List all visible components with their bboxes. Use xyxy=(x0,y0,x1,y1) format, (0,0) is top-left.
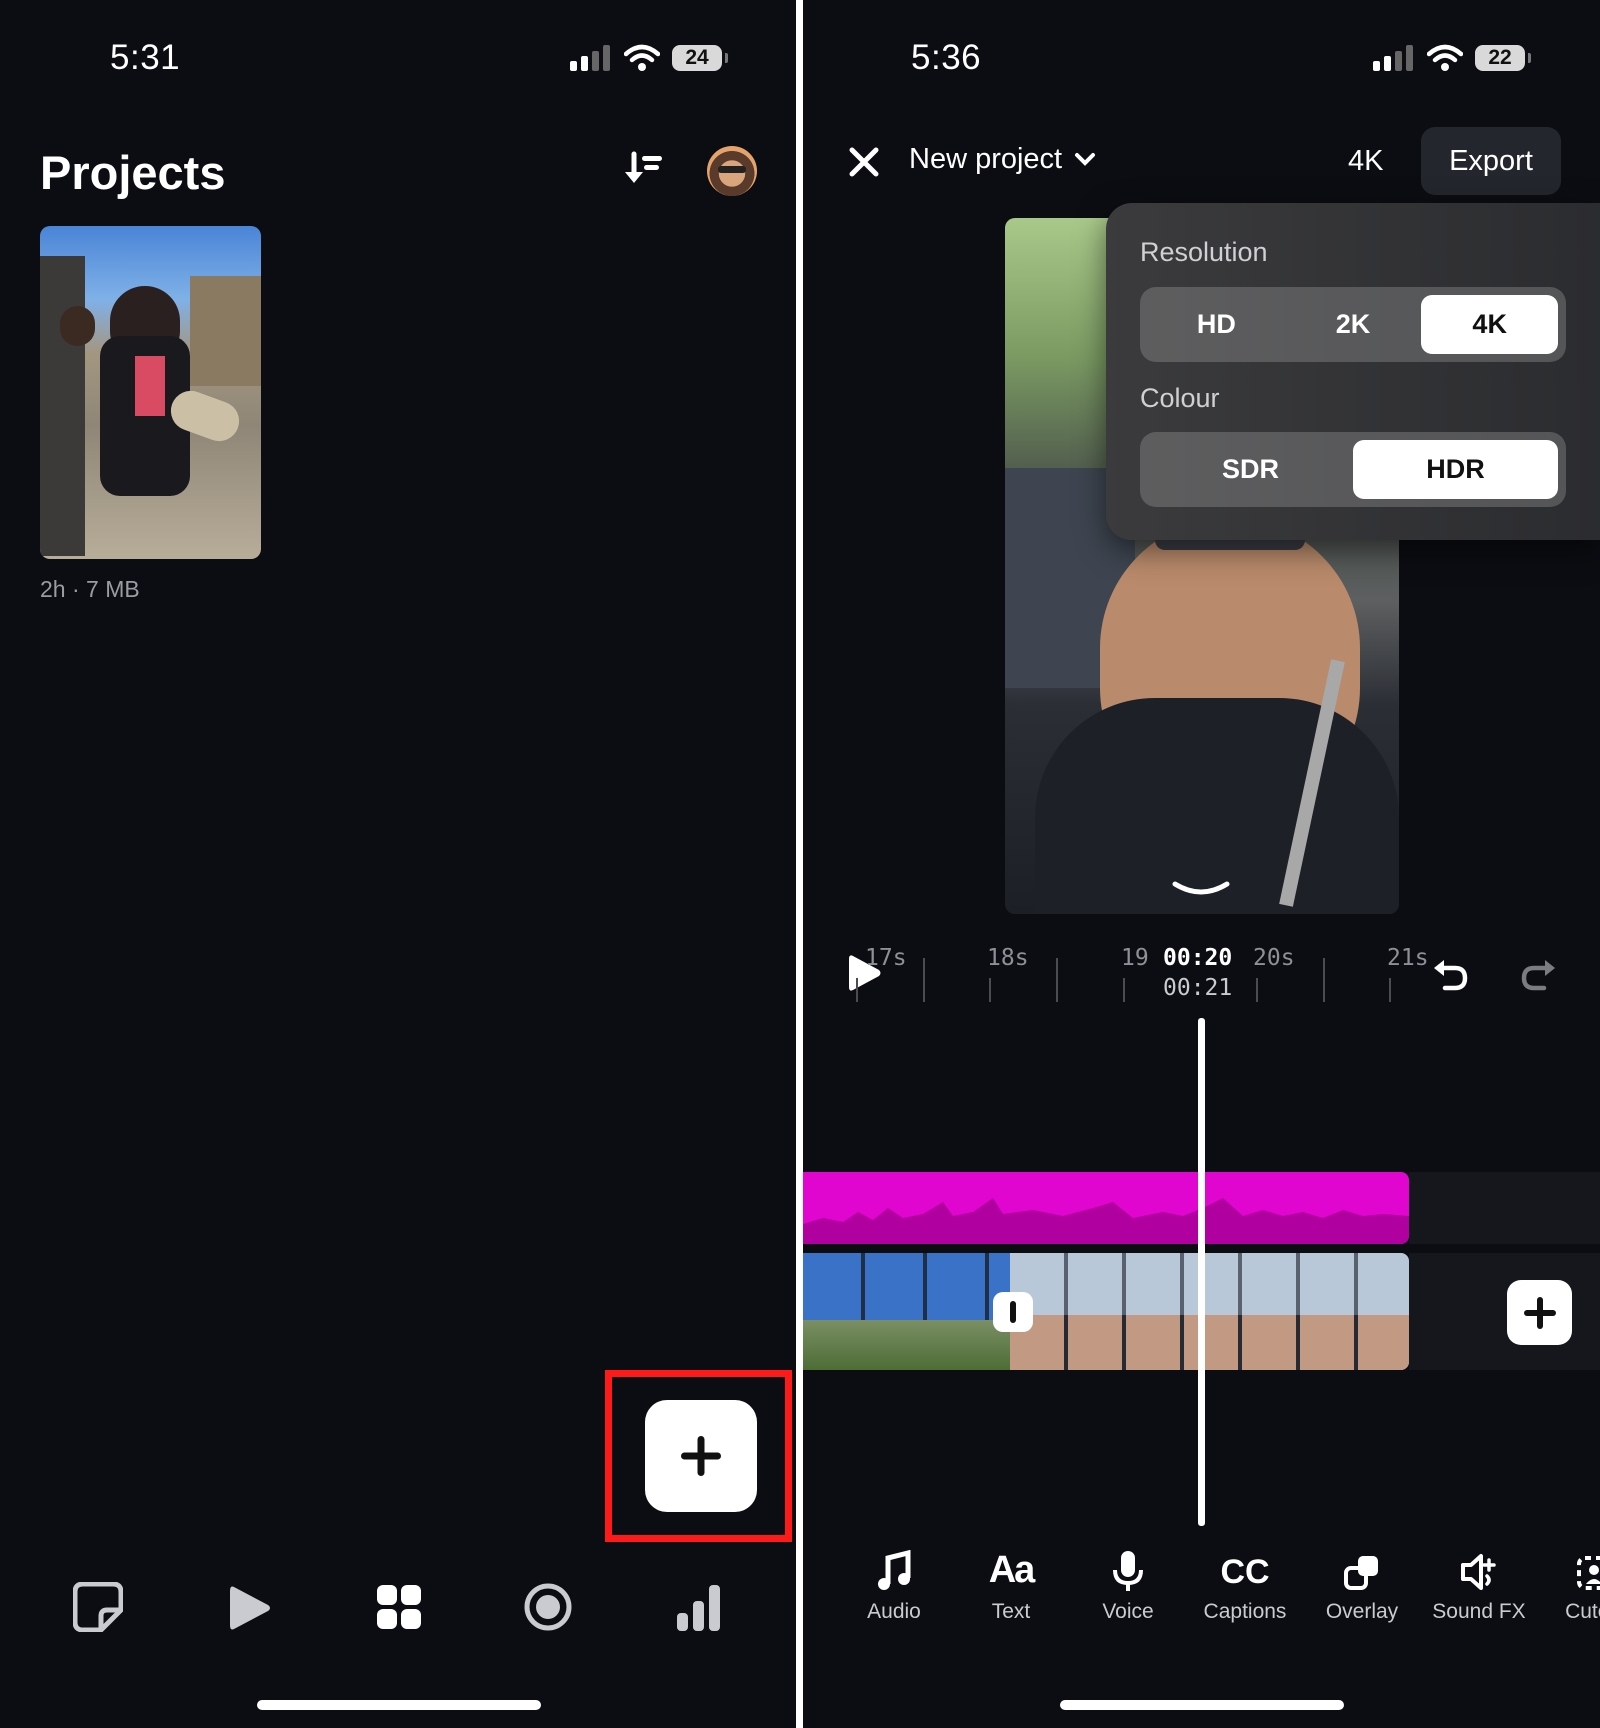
projects-screen: 5:31 24 Projects 2h · 7 MB xyxy=(0,0,796,1728)
wifi-icon xyxy=(624,44,660,71)
resolution-button[interactable]: 4K xyxy=(1348,145,1383,178)
status-icons: 24 xyxy=(570,44,728,72)
ruler-label-17s: 17s xyxy=(865,945,907,971)
nav-play-icon[interactable] xyxy=(228,1583,272,1633)
project-meta: 2h · 7 MB xyxy=(40,576,140,602)
music-note-icon xyxy=(878,1550,911,1590)
tool-audio[interactable]: Audio xyxy=(839,1540,949,1624)
battery-indicator: 24 xyxy=(672,45,728,71)
project-title: New project xyxy=(909,143,1063,175)
playhead[interactable] xyxy=(1198,1018,1205,1526)
colour-label: Colour xyxy=(1140,383,1220,413)
tool-overlay[interactable]: Overlay xyxy=(1307,1540,1417,1624)
battery-indicator: 22 xyxy=(1475,45,1531,71)
video-track[interactable] xyxy=(803,1253,1409,1370)
add-clip-button[interactable] xyxy=(1507,1280,1572,1345)
tool-label: Text xyxy=(991,1600,1031,1623)
tool-sound-fx[interactable]: Sound FX xyxy=(1424,1540,1534,1624)
text-aa-icon: Aa xyxy=(988,1549,1036,1591)
cutout-icon xyxy=(1577,1556,1600,1590)
ruler-tick xyxy=(923,958,925,1002)
video-clip-landscape[interactable] xyxy=(803,1253,1010,1370)
transition-marker[interactable] xyxy=(993,1292,1033,1332)
status-time: 5:31 xyxy=(110,38,181,77)
resolution-label: Resolution xyxy=(1140,237,1268,267)
nav-templates-icon[interactable] xyxy=(375,1583,423,1631)
wifi-icon xyxy=(1427,44,1463,71)
chevron-down-icon xyxy=(1075,152,1096,166)
total-time: 00:21 xyxy=(1163,975,1233,1001)
nav-stats-icon[interactable] xyxy=(677,1583,721,1631)
colour-option-sdr[interactable]: SDR xyxy=(1148,440,1353,499)
screen-divider xyxy=(796,0,803,1728)
undo-icon[interactable] xyxy=(1431,958,1469,994)
audio-track[interactable] xyxy=(803,1172,1409,1244)
sound-fx-icon xyxy=(1461,1554,1496,1590)
ruler-tick xyxy=(1389,978,1391,1002)
tool-cutout[interactable]: Cutout xyxy=(1541,1540,1600,1624)
avatar[interactable] xyxy=(707,146,757,196)
microphone-icon xyxy=(1113,1551,1143,1591)
resolution-segmented: HD 2K 4K xyxy=(1140,287,1566,362)
tool-label: Overlay xyxy=(1325,1600,1399,1623)
status-icons: 22 xyxy=(1373,44,1531,72)
plus-icon xyxy=(681,1436,721,1476)
tool-captions[interactable]: CC Captions xyxy=(1190,1540,1300,1624)
ruler-label-20s: 20s xyxy=(1253,945,1295,971)
ruler-tick xyxy=(856,978,858,1002)
resolution-option-4k[interactable]: 4K xyxy=(1421,295,1559,354)
ruler-label-18s: 18s xyxy=(987,945,1029,971)
tool-label: Captions xyxy=(1203,1600,1287,1623)
cellular-signal-icon xyxy=(570,45,610,71)
tool-label: Audio xyxy=(867,1600,921,1623)
ruler-tick xyxy=(989,978,991,1002)
resolution-option-2k[interactable]: 2K xyxy=(1285,295,1422,354)
ruler-tick xyxy=(1256,978,1258,1002)
tool-voice[interactable]: Voice xyxy=(1073,1540,1183,1624)
current-time: 00:20 xyxy=(1163,945,1233,971)
resolution-popover: Resolution HD 2K 4K Colour SDR HDR xyxy=(1106,203,1600,540)
nav-record-icon[interactable] xyxy=(523,1582,573,1632)
resolution-option-hd[interactable]: HD xyxy=(1148,295,1285,354)
home-indicator xyxy=(257,1700,541,1710)
plus-icon xyxy=(1523,1296,1556,1329)
ruler-tick xyxy=(1123,978,1125,1002)
empty-track-area xyxy=(1409,1172,1600,1244)
new-project-button[interactable] xyxy=(645,1400,757,1512)
overlay-icon xyxy=(1344,1556,1378,1590)
status-time: 5:36 xyxy=(911,38,982,77)
tool-label: Sound FX xyxy=(1432,1600,1526,1623)
nav-projects-icon[interactable] xyxy=(73,1582,123,1632)
home-indicator xyxy=(1060,1700,1344,1710)
collapse-chevron-icon[interactable] xyxy=(1171,878,1231,900)
audio-waveform xyxy=(803,1198,1409,1244)
redo-icon[interactable] xyxy=(1520,958,1558,994)
colour-segmented: SDR HDR xyxy=(1140,432,1566,507)
ruler-tick xyxy=(1056,958,1058,1002)
close-icon[interactable] xyxy=(848,146,880,178)
editor-screen: 5:36 22 New project 4K Export Resolution xyxy=(803,0,1600,1728)
project-title-dropdown[interactable]: New project xyxy=(909,143,1096,176)
tool-label: Cutout xyxy=(1565,1600,1600,1623)
video-clip-selfie[interactable] xyxy=(1010,1253,1409,1370)
tool-text[interactable]: Aa Text xyxy=(956,1540,1066,1624)
ruler-tick xyxy=(1323,958,1325,1002)
ruler-label-21s: 21s xyxy=(1387,945,1429,971)
export-button[interactable]: Export xyxy=(1421,127,1561,195)
colour-option-hdr[interactable]: HDR xyxy=(1353,440,1558,499)
captions-cc-icon: CC xyxy=(1220,1553,1270,1591)
cellular-signal-icon xyxy=(1373,45,1413,71)
page-title: Projects xyxy=(40,146,226,199)
tool-label: Voice xyxy=(1102,1600,1154,1623)
sort-icon[interactable] xyxy=(622,150,664,194)
project-thumbnail[interactable] xyxy=(40,226,261,559)
